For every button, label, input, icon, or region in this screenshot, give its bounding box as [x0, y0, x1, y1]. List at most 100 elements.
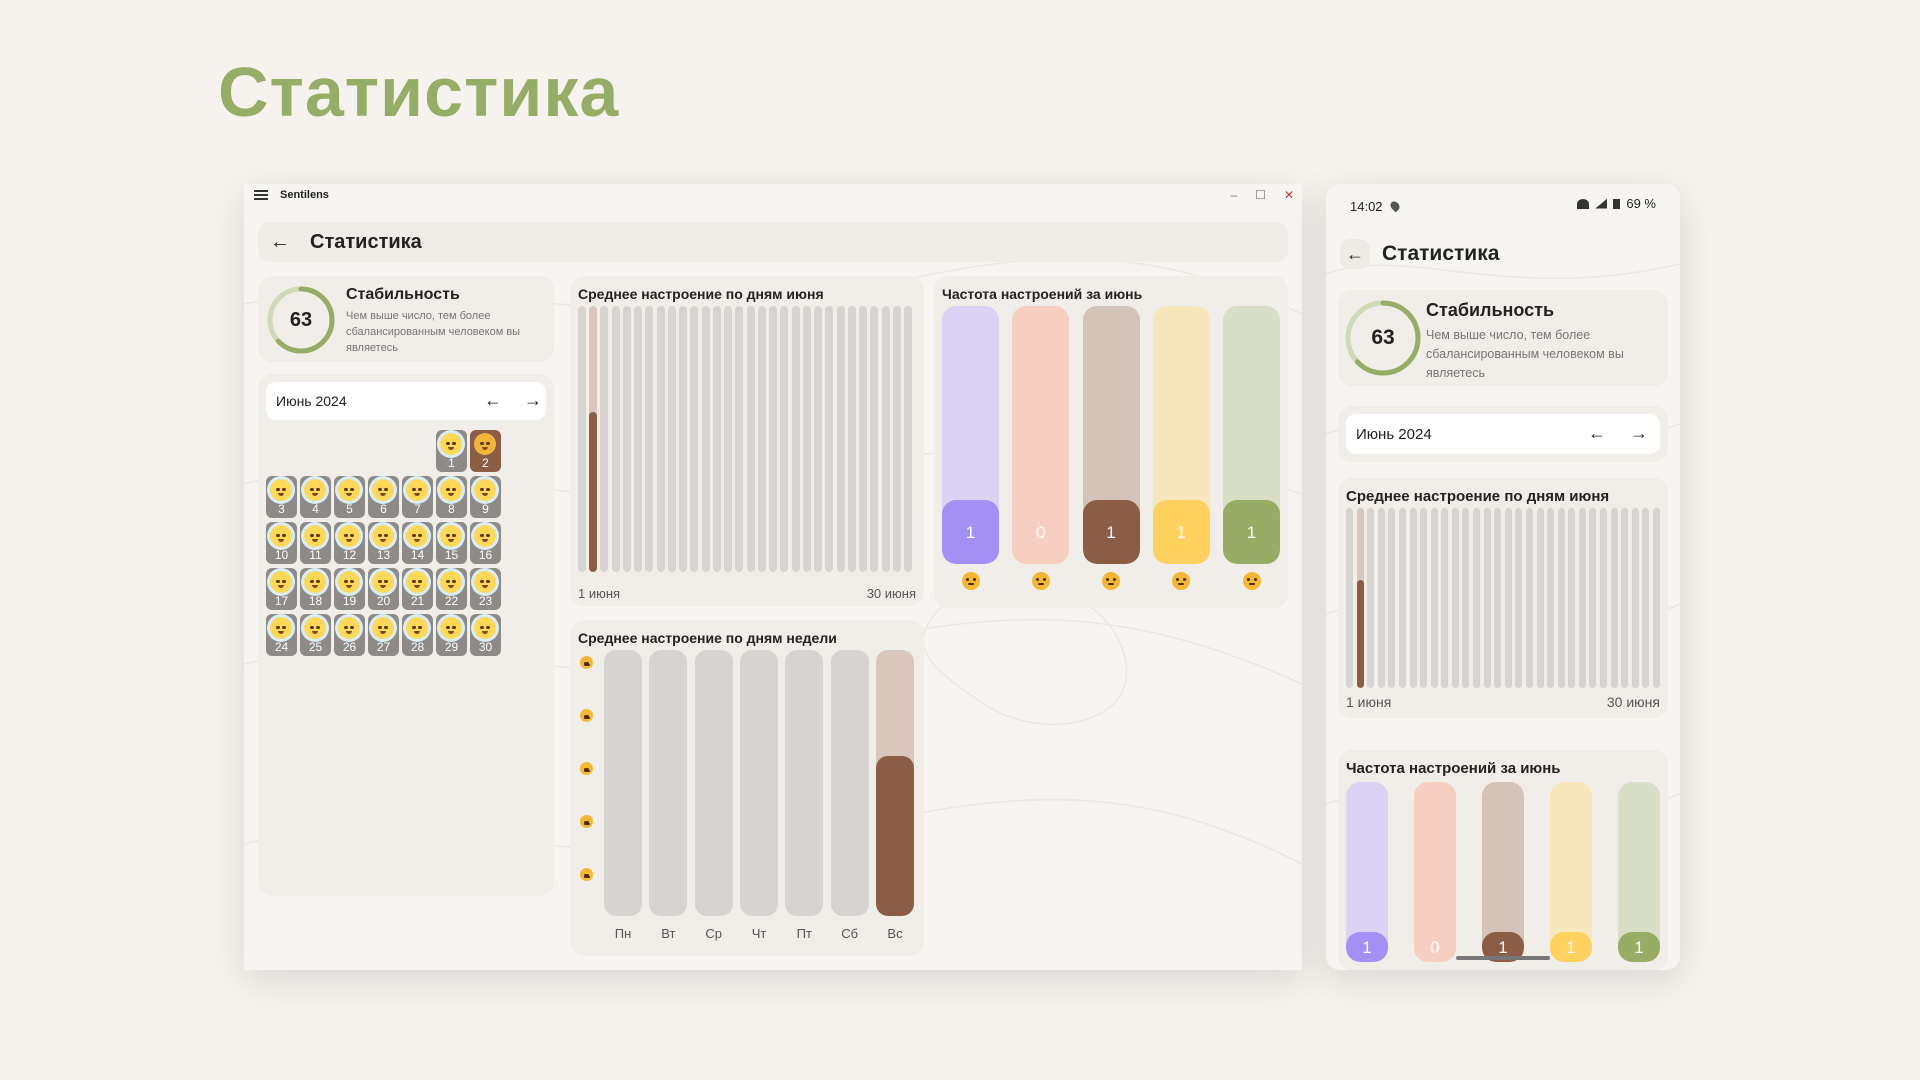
calendar-day[interactable]: 13 [368, 522, 399, 564]
daily-bar [904, 306, 912, 572]
calendar-day[interactable]: 6 [368, 476, 399, 518]
calendar-day-number: 10 [274, 548, 289, 562]
mood-emoji-icon [304, 479, 326, 501]
calendar-day[interactable]: 8 [436, 476, 467, 518]
calendar-day[interactable]: 28 [402, 614, 433, 656]
weekly-bar-fill [876, 756, 914, 916]
calendar-day[interactable]: 14 [402, 522, 433, 564]
maximize-icon[interactable]: ☐ [1255, 188, 1266, 202]
calendar-card: Июнь 2024 ← → 1 2 3 4 5 6 7 8 9 10 11 12 13 14 15 16 17 1… [258, 374, 554, 896]
phone-daily-mood-card: Среднее настроение по дням июня 1 июня 3… [1338, 478, 1668, 718]
mood-mouth [312, 539, 318, 542]
mood-scale-emoji-icon [580, 656, 593, 669]
mood-emoji-icon [474, 433, 496, 455]
calendar-day-number: 27 [376, 640, 391, 654]
next-month-arrow-icon[interactable]: → [524, 390, 542, 411]
mood-emoji-icon [406, 571, 428, 593]
calendar-day[interactable]: 19 [334, 568, 365, 610]
calendar-day[interactable]: 5 [334, 476, 365, 518]
calendar-day[interactable]: 11 [300, 522, 331, 564]
mood-emoji-icon [440, 433, 462, 455]
daily-bar [1430, 508, 1438, 688]
calendar-day-number: 15 [444, 548, 459, 562]
mood-emoji-icon [474, 479, 496, 501]
minimize-icon[interactable]: – [1230, 188, 1237, 202]
home-indicator[interactable] [1456, 956, 1550, 960]
mood-mouth [448, 631, 454, 634]
calendar-day-number: 16 [478, 548, 493, 562]
signal-icon [1595, 198, 1608, 209]
mood-emoji-icon [304, 617, 326, 639]
mood-mouth [312, 493, 318, 496]
frequency-value-label: 1 [1176, 522, 1186, 542]
daily-bar [1473, 508, 1481, 688]
calendar-day[interactable]: 25 [300, 614, 331, 656]
mood-mouth [312, 631, 318, 634]
daily-bar [1515, 508, 1523, 688]
mood-emoji-icon [372, 617, 394, 639]
calendar-day[interactable]: 24 [266, 614, 297, 656]
calendar-day[interactable]: 9 [470, 476, 501, 518]
calendar-day[interactable]: 3 [266, 476, 297, 518]
calendar-day-number: 5 [346, 502, 353, 516]
close-icon[interactable]: ✕ [1284, 188, 1294, 202]
mood-emoji-icon [474, 617, 496, 639]
frequency-value-label: 1 [965, 522, 976, 542]
daily-bar [1621, 508, 1629, 688]
calendar-day-number: 12 [342, 548, 357, 562]
phone-page-title: Статистика [1382, 242, 1500, 265]
frequency-bar: 1 [1618, 782, 1660, 962]
mood-mouth [414, 539, 420, 542]
mood-mouth [278, 493, 284, 496]
daily-bar [1462, 508, 1470, 688]
frequency-bar: 1 [1223, 306, 1280, 564]
daily-bar [1631, 508, 1639, 688]
phone-stability-card: 63 Стабильность Чем выше число, тем боле… [1338, 290, 1668, 386]
stability-value: 63 [289, 308, 313, 331]
mood-mouth [414, 493, 420, 496]
calendar-day[interactable]: 30 [470, 614, 501, 656]
calendar-day[interactable]: 2 [470, 430, 501, 472]
calendar-day[interactable]: 10 [266, 522, 297, 564]
calendar-day[interactable]: 16 [470, 522, 501, 564]
daily-bar [1441, 508, 1449, 688]
calendar-day-number: 9 [482, 502, 489, 516]
daily-end-label: 30 июня [866, 586, 916, 601]
calendar-day[interactable]: 1 [436, 430, 467, 472]
calendar-day[interactable]: 22 [436, 568, 467, 610]
calendar-day[interactable]: 29 [436, 614, 467, 656]
frequency-value-label: 1 [1498, 937, 1508, 957]
phone-prev-month-arrow-icon[interactable]: ← [1588, 423, 1606, 444]
mood-mouth [278, 539, 284, 542]
weekly-bar [649, 650, 688, 916]
frequency-bar: 0 [1414, 782, 1456, 962]
calendar-day[interactable]: 27 [368, 614, 399, 656]
calendar-day[interactable]: 17 [266, 568, 297, 610]
calendar-day[interactable]: 21 [402, 568, 433, 610]
mood-emoji-icon [474, 525, 496, 547]
phone-next-month-arrow-icon[interactable]: → [1630, 423, 1648, 444]
calendar-day[interactable]: 15 [436, 522, 467, 564]
calendar-day[interactable]: 26 [334, 614, 365, 656]
calendar-day[interactable]: 4 [300, 476, 331, 518]
daily-bar [1536, 508, 1544, 688]
calendar-day[interactable]: 18 [300, 568, 331, 610]
daily-bar [791, 306, 800, 572]
mood-mouth [482, 447, 488, 450]
prev-month-arrow-icon[interactable]: ← [484, 390, 502, 411]
back-arrow-icon[interactable]: ← [270, 231, 294, 254]
frequency-bar: 1 [1550, 782, 1592, 962]
phone-daily-start-label: 1 июня [1346, 694, 1392, 710]
calendar-day-number: 18 [308, 594, 323, 608]
hamburger-menu-icon[interactable] [254, 190, 268, 200]
mood-emoji-icon [372, 525, 394, 547]
mood-mouth [346, 585, 352, 588]
back-arrow-icon[interactable]: ← [1340, 239, 1370, 269]
calendar-day[interactable]: 7 [402, 476, 433, 518]
calendar-day[interactable]: 12 [334, 522, 365, 564]
status-time: 14:02 [1350, 198, 1383, 214]
daily-bar [690, 306, 699, 572]
daily-bar [578, 306, 586, 572]
calendar-day[interactable]: 20 [368, 568, 399, 610]
calendar-day[interactable]: 23 [470, 568, 501, 610]
